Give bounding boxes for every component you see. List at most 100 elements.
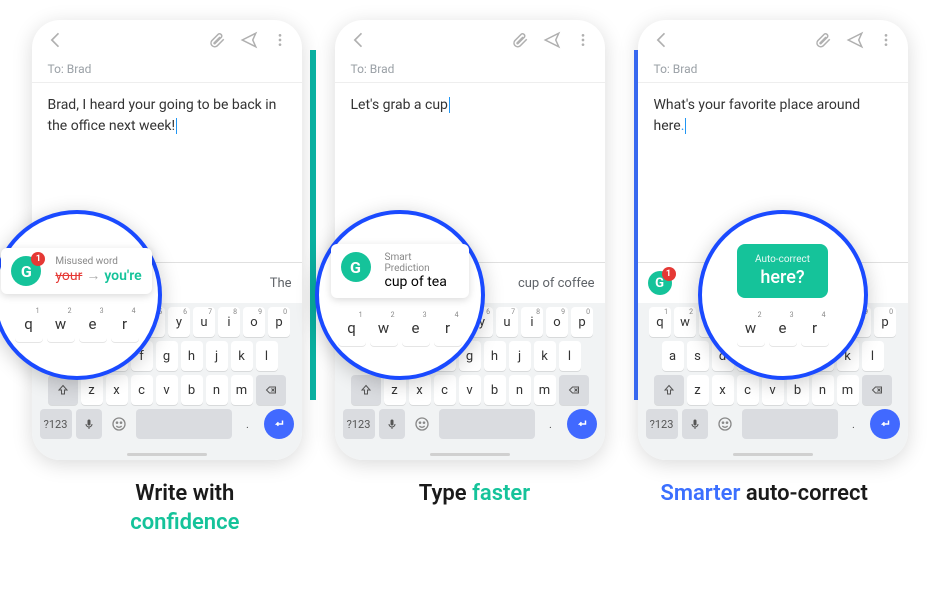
attachment-icon[interactable] bbox=[814, 31, 832, 49]
key-z[interactable]: z bbox=[687, 375, 709, 405]
enter-key[interactable] bbox=[567, 409, 597, 439]
message-body[interactable]: Let's grab a cup bbox=[335, 83, 605, 183]
key-y[interactable]: y6 bbox=[168, 307, 190, 337]
key-o[interactable]: o9 bbox=[243, 307, 265, 337]
key-m[interactable]: m bbox=[837, 375, 859, 405]
suggestion-right[interactable]: The bbox=[262, 276, 292, 291]
attachment-icon[interactable] bbox=[208, 31, 226, 49]
key-r[interactable]: r4 bbox=[801, 310, 829, 346]
mic-key[interactable] bbox=[379, 409, 405, 439]
shift-key[interactable] bbox=[654, 375, 684, 405]
symbols-key[interactable]: ?123 bbox=[343, 409, 375, 439]
space-key[interactable] bbox=[742, 409, 838, 439]
key-j[interactable]: j bbox=[509, 341, 531, 371]
to-field[interactable]: To: Brad bbox=[32, 56, 302, 83]
key-v[interactable]: v bbox=[156, 375, 178, 405]
key-u[interactable]: u7 bbox=[496, 307, 518, 337]
emoji-key[interactable] bbox=[106, 409, 132, 439]
enter-key[interactable] bbox=[264, 409, 294, 439]
key-c[interactable]: c bbox=[434, 375, 456, 405]
key-n[interactable]: n bbox=[206, 375, 228, 405]
send-icon[interactable] bbox=[240, 31, 258, 49]
period-key[interactable]: . bbox=[842, 409, 866, 439]
backspace-key[interactable] bbox=[256, 375, 286, 405]
key-m[interactable]: m bbox=[534, 375, 556, 405]
key-p[interactable]: p0 bbox=[571, 307, 593, 337]
key-b[interactable]: b bbox=[181, 375, 203, 405]
key-u[interactable]: u7 bbox=[193, 307, 215, 337]
key-x[interactable]: x bbox=[712, 375, 734, 405]
key-h[interactable]: h bbox=[484, 341, 506, 371]
key-w[interactable]: w2 bbox=[370, 310, 398, 346]
backspace-key[interactable] bbox=[559, 375, 589, 405]
period-key[interactable]: . bbox=[236, 409, 260, 439]
correction-card[interactable]: G1 Misused word your → you're bbox=[1, 248, 151, 294]
key-n[interactable]: n bbox=[812, 375, 834, 405]
to-field[interactable]: To: Brad bbox=[335, 56, 605, 83]
to-field[interactable]: To: Brad bbox=[638, 56, 908, 83]
key-s[interactable]: s bbox=[687, 341, 709, 371]
back-arrow-icon[interactable] bbox=[46, 30, 66, 50]
suggestion-right[interactable]: cup of coffee bbox=[510, 276, 595, 291]
key-c[interactable]: c bbox=[131, 375, 153, 405]
key-w[interactable]: w2 bbox=[737, 310, 765, 346]
back-arrow-icon[interactable] bbox=[349, 30, 369, 50]
mic-key[interactable] bbox=[682, 409, 708, 439]
symbols-key[interactable]: ?123 bbox=[40, 409, 72, 439]
symbols-key[interactable]: ?123 bbox=[646, 409, 678, 439]
shift-key[interactable] bbox=[351, 375, 381, 405]
home-indicator bbox=[127, 453, 207, 456]
key-e[interactable]: e3 bbox=[402, 310, 430, 346]
attachment-icon[interactable] bbox=[511, 31, 529, 49]
key-a[interactable]: a bbox=[662, 341, 684, 371]
key-g[interactable]: g bbox=[156, 341, 178, 371]
send-icon[interactable] bbox=[543, 31, 561, 49]
key-l[interactable]: l bbox=[256, 341, 278, 371]
key-i[interactable]: i8 bbox=[218, 307, 240, 337]
emoji-key[interactable] bbox=[409, 409, 435, 439]
autocorrect-card[interactable]: Auto-correct here? bbox=[737, 244, 828, 298]
key-p[interactable]: p0 bbox=[268, 307, 290, 337]
key-c[interactable]: c bbox=[737, 375, 759, 405]
key-k[interactable]: k bbox=[231, 341, 253, 371]
key-j[interactable]: j bbox=[206, 341, 228, 371]
key-l[interactable]: l bbox=[559, 341, 581, 371]
key-w[interactable]: w2 bbox=[47, 306, 75, 342]
key-e[interactable]: e3 bbox=[79, 306, 107, 342]
key-k[interactable]: k bbox=[534, 341, 556, 371]
enter-key[interactable] bbox=[870, 409, 900, 439]
key-b[interactable]: b bbox=[484, 375, 506, 405]
message-body[interactable]: What's your favorite place around here. bbox=[638, 83, 908, 183]
grammarly-badge-icon[interactable]: G1 bbox=[648, 271, 672, 295]
key-q[interactable]: q1 bbox=[15, 306, 43, 342]
space-key[interactable] bbox=[439, 409, 535, 439]
more-icon[interactable] bbox=[575, 32, 591, 48]
prediction-card[interactable]: G Smart Prediction cup of tea bbox=[331, 244, 469, 298]
key-q[interactable]: q1 bbox=[649, 307, 671, 337]
key-h[interactable]: h bbox=[181, 341, 203, 371]
key-r[interactable]: r4 bbox=[111, 306, 139, 342]
key-m[interactable]: m bbox=[231, 375, 253, 405]
key-w[interactable]: w2 bbox=[674, 307, 696, 337]
key-l[interactable]: l bbox=[862, 341, 884, 371]
more-icon[interactable] bbox=[878, 32, 894, 48]
key-e[interactable]: e3 bbox=[769, 310, 797, 346]
key-r[interactable]: r4 bbox=[434, 310, 462, 346]
key-p[interactable]: p0 bbox=[874, 307, 896, 337]
key-i[interactable]: i8 bbox=[521, 307, 543, 337]
more-icon[interactable] bbox=[272, 32, 288, 48]
key-x[interactable]: x bbox=[106, 375, 128, 405]
emoji-key[interactable] bbox=[712, 409, 738, 439]
backspace-key[interactable] bbox=[862, 375, 892, 405]
send-icon[interactable] bbox=[846, 31, 864, 49]
back-arrow-icon[interactable] bbox=[652, 30, 672, 50]
message-body[interactable]: Brad, I heard your going to be back in t… bbox=[32, 83, 302, 183]
key-v[interactable]: v bbox=[459, 375, 481, 405]
space-key[interactable] bbox=[136, 409, 232, 439]
key-n[interactable]: n bbox=[509, 375, 531, 405]
key-x[interactable]: x bbox=[409, 375, 431, 405]
mic-key[interactable] bbox=[76, 409, 102, 439]
key-q[interactable]: q1 bbox=[338, 310, 366, 346]
period-key[interactable]: . bbox=[539, 409, 563, 439]
key-o[interactable]: o9 bbox=[546, 307, 568, 337]
